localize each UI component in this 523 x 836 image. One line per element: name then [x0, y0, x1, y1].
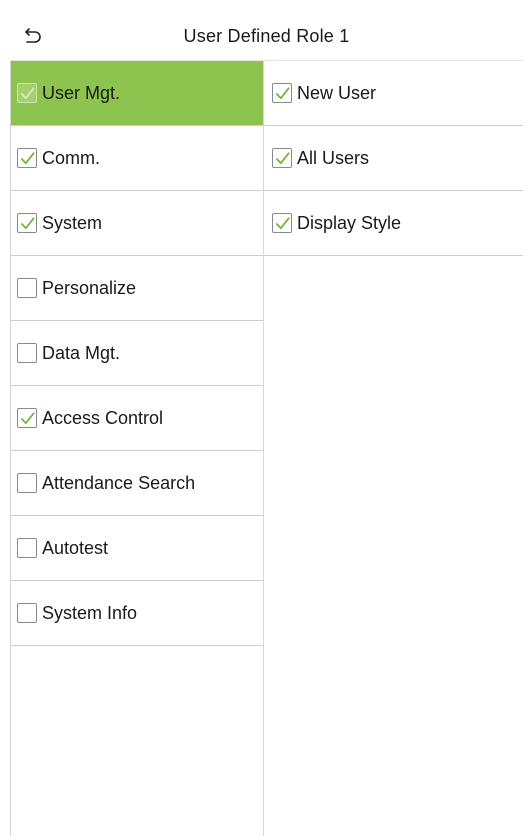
- checkbox[interactable]: [272, 213, 292, 233]
- permission-item-new-user[interactable]: New User: [264, 61, 523, 126]
- category-item-attendance-search[interactable]: Attendance Search: [11, 451, 263, 516]
- checkbox[interactable]: [17, 278, 37, 298]
- permission-label: All Users: [297, 147, 370, 168]
- category-label: Attendance Search: [42, 472, 196, 493]
- checkbox[interactable]: [17, 473, 37, 493]
- category-item-personalize[interactable]: Personalize: [11, 256, 263, 321]
- checkmark-icon: [275, 86, 289, 99]
- category-item-autotest[interactable]: Autotest: [11, 516, 263, 581]
- permission-item-display-style[interactable]: Display Style: [264, 191, 523, 256]
- category-item-comm[interactable]: Comm.: [11, 126, 263, 191]
- category-item-system-info[interactable]: System Info: [11, 581, 263, 646]
- checkmark-icon: [275, 216, 289, 229]
- page-title: User Defined Role 1: [183, 26, 350, 46]
- checkbox[interactable]: [17, 538, 37, 558]
- permission-label: New User: [297, 82, 377, 103]
- checkmark-icon: [20, 151, 34, 164]
- category-item-system[interactable]: System: [11, 191, 263, 256]
- checkmark-icon: [275, 151, 289, 164]
- role-category-list: User Mgt. Comm. System Personalize Data …: [10, 61, 264, 836]
- permission-item-all-users[interactable]: All Users: [264, 126, 523, 191]
- checkmark-icon: [20, 216, 34, 229]
- category-item-access-control[interactable]: Access Control: [11, 386, 263, 451]
- category-label: System Info: [42, 602, 138, 623]
- checkbox[interactable]: [272, 148, 292, 168]
- category-label: User Mgt.: [42, 82, 121, 103]
- category-label: Comm.: [42, 147, 100, 168]
- category-item-data-mgt[interactable]: Data Mgt.: [11, 321, 263, 386]
- checkbox[interactable]: [272, 83, 292, 103]
- checkbox[interactable]: [17, 603, 37, 623]
- checkbox[interactable]: [17, 408, 37, 428]
- checkbox[interactable]: [17, 213, 37, 233]
- category-item-user-mgt[interactable]: User Mgt.: [11, 61, 263, 126]
- category-label: Autotest: [42, 537, 109, 558]
- checkbox[interactable]: [17, 83, 37, 103]
- title-bar: User Defined Role 1: [10, 14, 523, 61]
- category-label: System: [42, 212, 103, 233]
- category-label: Personalize: [42, 277, 137, 298]
- category-label: Access Control: [42, 407, 164, 428]
- checkmark-icon: [20, 411, 34, 424]
- permission-list: New User All Users Display Style: [264, 61, 523, 836]
- checkbox[interactable]: [17, 148, 37, 168]
- checkbox[interactable]: [17, 343, 37, 363]
- checkmark-icon: [20, 86, 34, 99]
- permission-label: Display Style: [297, 212, 402, 233]
- category-label: Data Mgt.: [42, 342, 121, 363]
